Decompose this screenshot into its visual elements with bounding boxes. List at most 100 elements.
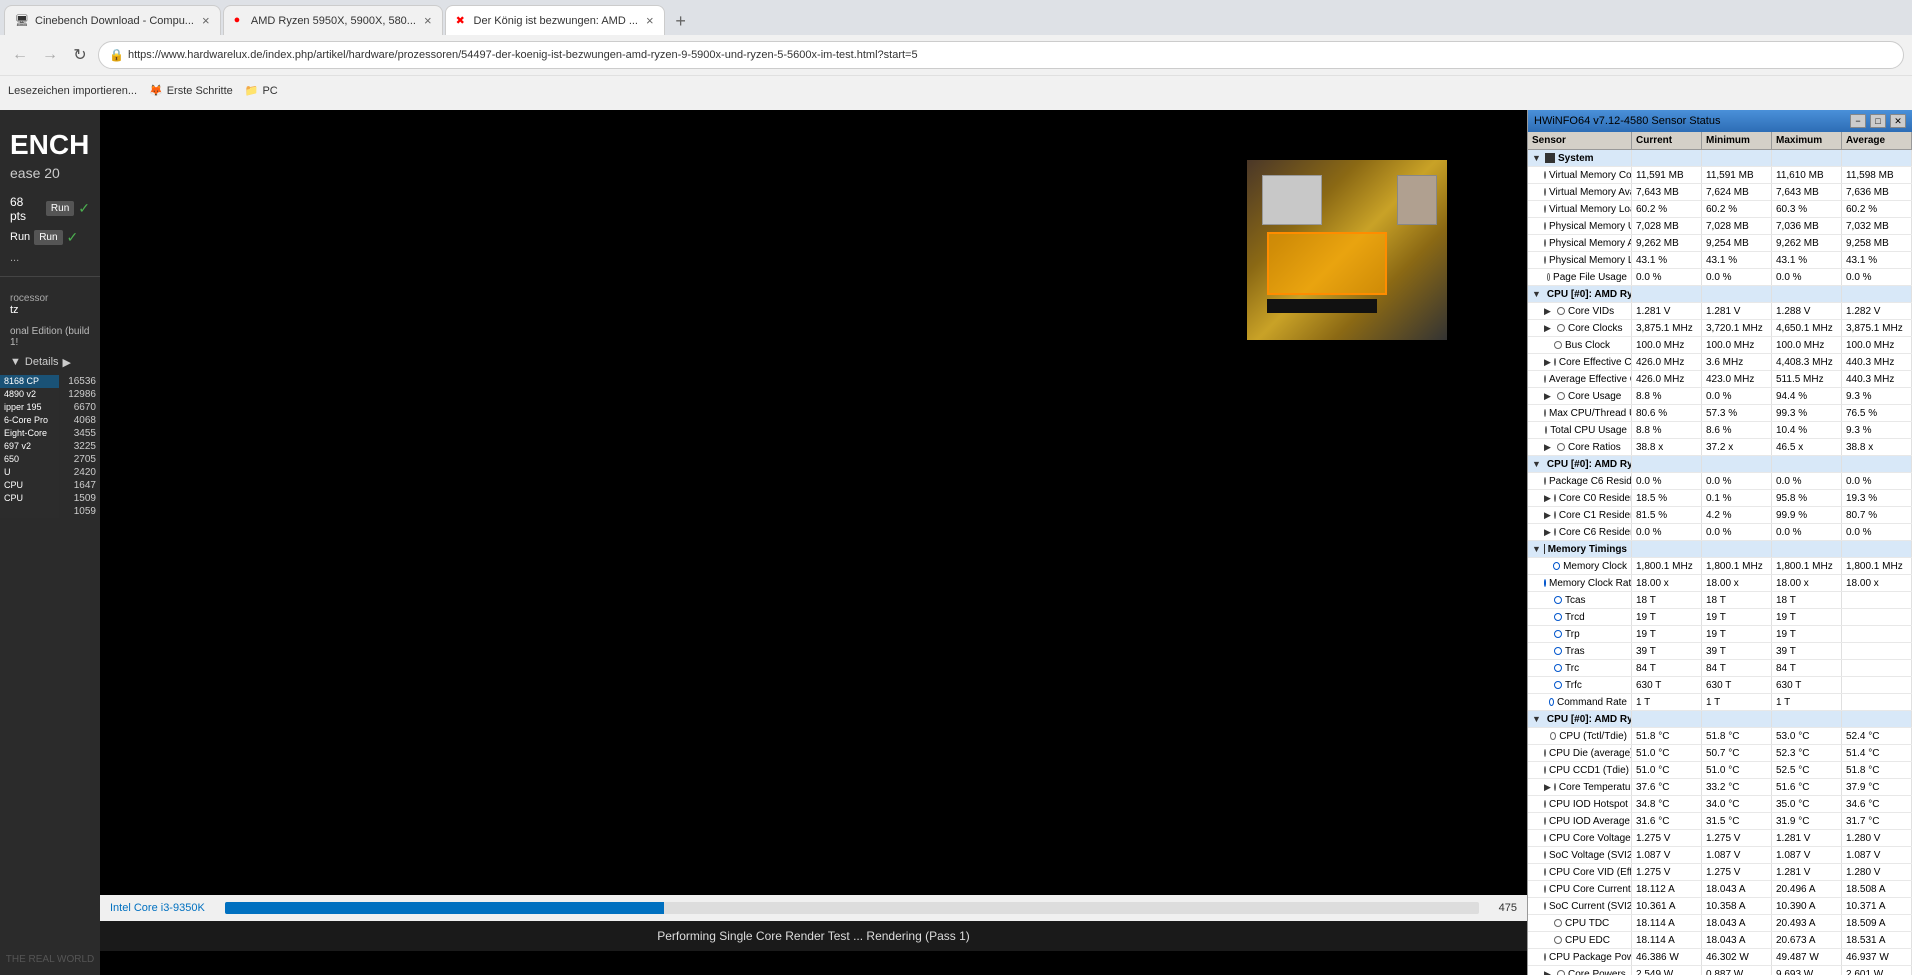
row-name: Virtual Memory Available bbox=[1549, 187, 1632, 198]
tab-label-2: AMD Ryzen 5950X, 5900X, 580... bbox=[251, 15, 416, 27]
hwinfo-sensor-row[interactable]: SoC Voltage (SVI2 TFN) 1.087 V 1.087 V 1… bbox=[1528, 847, 1912, 864]
hwinfo-sensor-row[interactable]: Trfc 630 T 630 T 630 T bbox=[1528, 677, 1912, 694]
hwinfo-sensor-row[interactable]: Package C6 Residency 0.0 % 0.0 % 0.0 % 0… bbox=[1528, 473, 1912, 490]
row-average bbox=[1842, 694, 1912, 710]
hwinfo-sensor-row[interactable]: ▶ Core Clocks 3,875.1 MHz 3,720.1 MHz 4,… bbox=[1528, 320, 1912, 337]
row-minimum: 60.2 % bbox=[1702, 201, 1772, 217]
hwinfo-sensor-row[interactable]: Page File Usage 0.0 % 0.0 % 0.0 % 0.0 % bbox=[1528, 269, 1912, 286]
row-expand-icon[interactable]: ▶ bbox=[1544, 969, 1554, 975]
bookmark-pc[interactable]: 📁 PC bbox=[245, 84, 278, 97]
tab-koenig[interactable]: ✖ Der König ist bezwungen: AMD ... × bbox=[445, 5, 665, 35]
hwinfo-sensor-row[interactable]: ▶ Core C6 Residency 0.0 % 0.0 % 0.0 % 0.… bbox=[1528, 524, 1912, 541]
row-sensor-icon bbox=[1547, 273, 1551, 281]
cinebench-run-btn-2[interactable]: Run bbox=[34, 230, 62, 245]
hwinfo-sensor-row[interactable]: Memory Clock Ratio 18.00 x 18.00 x 18.00… bbox=[1528, 575, 1912, 592]
tab-close-3[interactable]: × bbox=[646, 13, 654, 28]
section-expand-icon[interactable]: ▼ bbox=[1532, 544, 1541, 554]
hwinfo-close-btn[interactable]: ✕ bbox=[1890, 114, 1906, 128]
orange-selection bbox=[1267, 232, 1387, 295]
hwinfo-sensor-row[interactable]: CPU IOD Average 31.6 °C 31.5 °C 31.9 °C … bbox=[1528, 813, 1912, 830]
section-cpu-icon bbox=[1545, 153, 1555, 163]
hwinfo-sensor-list[interactable]: ▼ System Virtual Memory Committed 11,591… bbox=[1528, 150, 1912, 975]
hwinfo-sensor-row[interactable]: Virtual Memory Available 7,643 MB 7,624 … bbox=[1528, 184, 1912, 201]
hwinfo-sensor-row[interactable]: Max CPU/Thread Usage 80.6 % 57.3 % 99.3 … bbox=[1528, 405, 1912, 422]
section-label: CPU [#0]: AMD Ryzen S... bbox=[1547, 714, 1632, 725]
hwinfo-sensor-row[interactable]: Trc 84 T 84 T 84 T bbox=[1528, 660, 1912, 677]
hwinfo-sensor-row[interactable]: Command Rate 1 T 1 T 1 T bbox=[1528, 694, 1912, 711]
hwinfo-restore-btn[interactable]: □ bbox=[1870, 114, 1886, 128]
section-current bbox=[1632, 711, 1702, 727]
hwinfo-sensor-row[interactable]: CPU TDC 18.114 A 18.043 A 20.493 A 18.50… bbox=[1528, 915, 1912, 932]
hwinfo-minimize-btn[interactable]: − bbox=[1850, 114, 1866, 128]
row-average bbox=[1842, 609, 1912, 625]
hwinfo-sensor-row[interactable]: Trcd 19 T 19 T 19 T bbox=[1528, 609, 1912, 626]
hwinfo-section-header[interactable]: ▼ CPU [#0]: AMD Ryzen S... bbox=[1528, 456, 1912, 473]
hwinfo-sensor-row[interactable]: Average Effective Clock 426.0 MHz 423.0 … bbox=[1528, 371, 1912, 388]
hwinfo-sensor-row[interactable]: Memory Clock 1,800.1 MHz 1,800.1 MHz 1,8… bbox=[1528, 558, 1912, 575]
row-expand-icon[interactable]: ▶ bbox=[1544, 391, 1554, 401]
hwinfo-sensor-row[interactable]: Tras 39 T 39 T 39 T bbox=[1528, 643, 1912, 660]
hwinfo-sensor-row[interactable]: ▶ Core C1 Residency 81.5 % 4.2 % 99.9 % … bbox=[1528, 507, 1912, 524]
tab-cinebench[interactable]: 🖥 Cinebench Download - Compu... × bbox=[4, 5, 221, 35]
tab-amd[interactable]: ● AMD Ryzen 5950X, 5900X, 580... × bbox=[223, 5, 443, 35]
hwinfo-sensor-row[interactable]: Bus Clock 100.0 MHz 100.0 MHz 100.0 MHz … bbox=[1528, 337, 1912, 354]
hwinfo-sensor-row[interactable]: CPU Core VID (Effective) 1.275 V 1.275 V… bbox=[1528, 864, 1912, 881]
row-name: Virtual Memory Committed bbox=[1549, 170, 1632, 181]
hwinfo-sensor-row[interactable]: Physical Memory Available 9,262 MB 9,254… bbox=[1528, 235, 1912, 252]
address-bar[interactable]: 🔒 https://www.hardwarelux.de/index.php/a… bbox=[98, 41, 1904, 69]
hwinfo-sensor-row[interactable]: ▶ Core Usage 8.8 % 0.0 % 94.4 % 9.3 % bbox=[1528, 388, 1912, 405]
hwinfo-section-header[interactable]: ▼ CPU [#0]: AMD Ryzen S... bbox=[1528, 711, 1912, 728]
hwinfo-sensor-row[interactable]: Total CPU Usage 8.8 % 8.6 % 10.4 % 9.3 % bbox=[1528, 422, 1912, 439]
hwinfo-sensor-row[interactable]: Virtual Memory Committed 11,591 MB 11,59… bbox=[1528, 167, 1912, 184]
hwinfo-sensor-row[interactable]: CPU IOD Hotspot 34.8 °C 34.0 °C 35.0 °C … bbox=[1528, 796, 1912, 813]
hwinfo-sensor-row[interactable]: ▶ Core VIDs 1.281 V 1.281 V 1.288 V 1.28… bbox=[1528, 303, 1912, 320]
row-expand-icon[interactable]: ▶ bbox=[1544, 323, 1554, 333]
hwinfo-sensor-row[interactable]: CPU (Tctl/Tdie) 51.8 °C 51.8 °C 53.0 °C … bbox=[1528, 728, 1912, 745]
row-expand-icon[interactable]: ▶ bbox=[1544, 306, 1554, 316]
hwinfo-sensor-row[interactable]: ▶ Core C0 Residency 18.5 % 0.1 % 95.8 % … bbox=[1528, 490, 1912, 507]
hwinfo-sensor-row[interactable]: Tcas 18 T 18 T 18 T bbox=[1528, 592, 1912, 609]
hwinfo-sensor-row[interactable]: SoC Current (SVI2 TFN) 10.361 A 10.358 A… bbox=[1528, 898, 1912, 915]
hwinfo-sensor-row[interactable]: CPU CCD1 (Tdie) 51.0 °C 51.0 °C 52.5 °C … bbox=[1528, 762, 1912, 779]
section-expand-icon[interactable]: ▼ bbox=[1532, 459, 1541, 469]
row-name-cell: ▶ Core VIDs bbox=[1528, 303, 1632, 319]
row-expand-icon[interactable]: ▶ bbox=[1544, 442, 1554, 452]
forward-button[interactable]: → bbox=[38, 43, 62, 67]
hwinfo-section-header[interactable]: ▼ CPU [#0]: AMD Ryzen S... bbox=[1528, 286, 1912, 303]
hwinfo-sensor-row[interactable]: ▶ Core Temperatures 37.6 °C 33.2 °C 51.6… bbox=[1528, 779, 1912, 796]
reload-button[interactable]: ↻ bbox=[68, 43, 92, 67]
hwinfo-sensor-row[interactable]: CPU Core Current (SVI2...) 18.112 A 18.0… bbox=[1528, 881, 1912, 898]
hwinfo-sensor-row[interactable]: Physical Memory Used 7,028 MB 7,028 MB 7… bbox=[1528, 218, 1912, 235]
row-name-cell: CPU EDC bbox=[1528, 932, 1632, 948]
back-button[interactable]: ← bbox=[8, 43, 32, 67]
hwinfo-sensor-row[interactable]: ▶ Core Effective Clocks 426.0 MHz 3.6 MH… bbox=[1528, 354, 1912, 371]
hwinfo-sensor-row[interactable]: Physical Memory Load 43.1 % 43.1 % 43.1 … bbox=[1528, 252, 1912, 269]
cinebench-run-btn-1[interactable]: Run bbox=[46, 201, 74, 216]
hwinfo-sensor-row[interactable]: CPU Core Voltage (SVI2...) 1.275 V 1.275… bbox=[1528, 830, 1912, 847]
row-expand-icon[interactable]: ▶ bbox=[1544, 527, 1551, 537]
bookmark-erste[interactable]: 🦊 Erste Schritte bbox=[149, 84, 233, 97]
hwinfo-section-header[interactable]: ▼ System bbox=[1528, 150, 1912, 167]
hwinfo-sensor-row[interactable]: CPU Die (average) 51.0 °C 50.7 °C 52.3 °… bbox=[1528, 745, 1912, 762]
section-expand-icon[interactable]: ▼ bbox=[1532, 153, 1542, 163]
tab-close-2[interactable]: × bbox=[424, 13, 432, 28]
bookmark-import[interactable]: Lesezeichen importieren... bbox=[8, 85, 137, 97]
row-expand-icon[interactable]: ▶ bbox=[1544, 493, 1551, 503]
hwinfo-sensor-row[interactable]: CPU EDC 18.114 A 18.043 A 20.673 A 18.53… bbox=[1528, 932, 1912, 949]
hwinfo-section-header[interactable]: ▼ Memory Timings bbox=[1528, 541, 1912, 558]
hwinfo-sensor-row[interactable]: ▶ Core Ratios 38.8 x 37.2 x 46.5 x 38.8 … bbox=[1528, 439, 1912, 456]
section-expand-icon[interactable]: ▼ bbox=[1532, 289, 1541, 299]
hwinfo-sensor-row[interactable]: Trp 19 T 19 T 19 T bbox=[1528, 626, 1912, 643]
row-expand-icon[interactable]: ▶ bbox=[1544, 510, 1551, 520]
row-current: 7,643 MB bbox=[1632, 184, 1702, 200]
hwinfo-sensor-row[interactable]: Virtual Memory Load 60.2 % 60.2 % 60.3 %… bbox=[1528, 201, 1912, 218]
cinebench-details-btn[interactable]: ▼ Details ▶ bbox=[0, 350, 100, 375]
row-expand-icon[interactable]: ▶ bbox=[1544, 782, 1551, 792]
hwinfo-sensor-row[interactable]: ▶ Core Powers 2.549 W 0.887 W 9.693 W 2.… bbox=[1528, 966, 1912, 975]
new-tab-button[interactable]: + bbox=[667, 7, 695, 35]
tab-close-1[interactable]: × bbox=[202, 13, 210, 28]
section-expand-icon[interactable]: ▼ bbox=[1532, 714, 1541, 724]
section-min bbox=[1702, 286, 1772, 302]
row-expand-icon[interactable]: ▶ bbox=[1544, 357, 1551, 367]
hwinfo-sensor-row[interactable]: CPU Package Power 46.386 W 46.302 W 49.4… bbox=[1528, 949, 1912, 966]
